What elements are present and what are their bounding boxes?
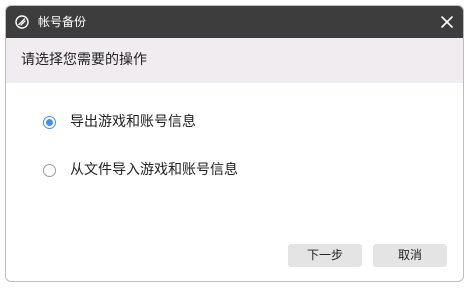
app-logo-icon	[15, 15, 29, 29]
option-export-label: 导出游戏和账号信息	[70, 114, 196, 130]
close-icon[interactable]	[440, 15, 454, 29]
cancel-button[interactable]: 取消	[373, 244, 447, 267]
account-backup-dialog: 帐号备份 请选择您需要的操作	[5, 5, 464, 282]
option-import-label: 从文件导入游戏和账号信息	[70, 162, 238, 178]
radio-import[interactable]	[43, 163, 56, 177]
instruction-text: 请选择您需要的操作	[21, 52, 147, 68]
title-bar[interactable]: 帐号备份	[6, 6, 463, 38]
next-button[interactable]: 下一步	[288, 244, 362, 267]
instruction-band: 请选择您需要的操作	[6, 38, 463, 83]
window-title: 帐号备份	[38, 15, 87, 29]
option-import[interactable]: 从文件导入游戏和账号信息	[43, 160, 238, 180]
option-export[interactable]: 导出游戏和账号信息	[43, 112, 196, 132]
radio-export[interactable]	[43, 115, 56, 129]
